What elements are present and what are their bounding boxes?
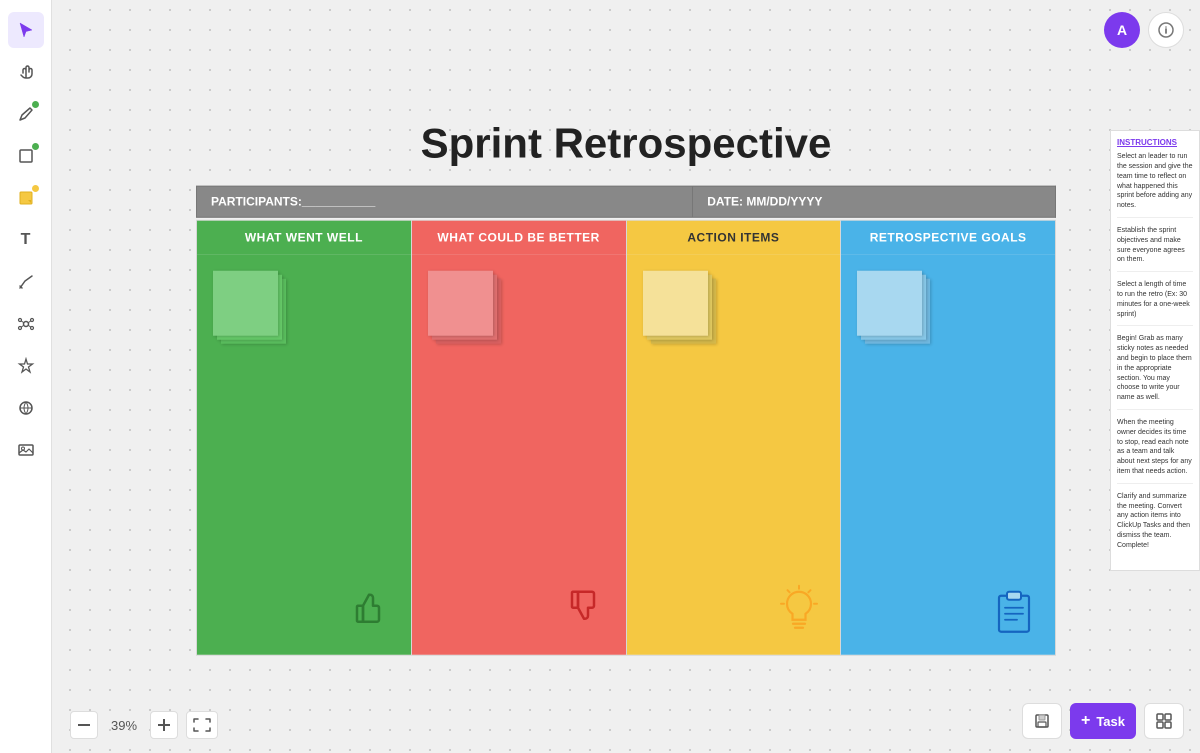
tool-text[interactable]: T <box>8 222 44 258</box>
tool-image[interactable] <box>8 432 44 468</box>
add-task-button[interactable]: + Task <box>1070 703 1136 739</box>
tool-brush[interactable] <box>8 264 44 300</box>
avatar[interactable]: A <box>1104 12 1140 48</box>
col-header-action-items: ACTION ITEMS <box>627 220 841 254</box>
canvas-area[interactable]: Sprint Retrospective PARTICIPANTS:______… <box>52 0 1200 753</box>
col-body-could-be-better[interactable] <box>412 254 626 654</box>
instructions-panel: INSTRUCTIONS Select an leader to run the… <box>1110 130 1200 571</box>
column-went-well: WHAT WENT WELL <box>196 219 412 655</box>
tool-sticky[interactable] <box>8 180 44 216</box>
instructions-title: INSTRUCTIONS <box>1117 137 1193 148</box>
date-field[interactable]: DATE: MM/DD/YYYY <box>693 185 1056 217</box>
zoom-toolbar: 39% <box>70 711 218 739</box>
instruction-6: Clarify and summarize the meeting. Conve… <box>1117 492 1193 557</box>
column-could-be-better: WHAT COULD BE BETTER <box>412 219 627 655</box>
board-title: Sprint Retrospective <box>196 119 1056 167</box>
col-header-retro-goals: RETROSPECTIVE GOALS <box>841 220 1055 254</box>
top-right-controls: A <box>1104 12 1184 48</box>
tool-hand[interactable] <box>8 54 44 90</box>
fit-view-button[interactable] <box>186 711 218 739</box>
instruction-5: When the meeting owner decides its time … <box>1117 418 1193 484</box>
instruction-4: Begin! Grab as many sticky notes as need… <box>1117 334 1193 410</box>
zoom-out-button[interactable] <box>70 711 98 739</box>
col-header-went-well: WHAT WENT WELL <box>197 220 411 254</box>
meta-row: PARTICIPANTS:___________ DATE: MM/DD/YYY… <box>196 185 1056 217</box>
thumbs-down-icon <box>558 581 608 636</box>
save-button[interactable] <box>1022 703 1062 739</box>
task-plus-icon: + <box>1081 712 1090 730</box>
board: Sprint Retrospective PARTICIPANTS:______… <box>196 119 1056 655</box>
lightbulb-icon <box>772 581 826 640</box>
bottom-right-actions: + Task <box>1022 703 1184 739</box>
tool-magic[interactable] <box>8 348 44 384</box>
col-body-retro-goals[interactable] <box>841 254 1055 654</box>
col-body-went-well[interactable] <box>197 254 411 654</box>
column-action-items: ACTION ITEMS <box>627 219 842 655</box>
zoom-level: 39% <box>106 718 142 733</box>
grid-view-button[interactable] <box>1144 703 1184 739</box>
columns: WHAT WENT WELL <box>196 219 1056 655</box>
zoom-in-button[interactable] <box>150 711 178 739</box>
tool-globe[interactable] <box>8 390 44 426</box>
tool-pen[interactable] <box>8 96 44 132</box>
column-retro-goals: RETROSPECTIVE GOALS <box>841 219 1056 655</box>
info-button[interactable] <box>1148 12 1184 48</box>
tool-cursor[interactable] <box>8 12 44 48</box>
task-label: Task <box>1096 714 1125 729</box>
col-body-action-items[interactable] <box>627 254 841 654</box>
tool-mindmap[interactable] <box>8 306 44 342</box>
clipboard-icon <box>987 581 1041 640</box>
left-toolbar: T <box>0 0 52 753</box>
thumbs-up-icon <box>343 581 393 636</box>
col-header-could-be-better: WHAT COULD BE BETTER <box>412 220 626 254</box>
instruction-2: Establish the sprint objectives and make… <box>1117 226 1193 272</box>
tool-shapes[interactable] <box>8 138 44 174</box>
instruction-3: Select a length of time to run the retro… <box>1117 280 1193 326</box>
instruction-1: Select an leader to run the session and … <box>1117 152 1193 218</box>
participants-field[interactable]: PARTICIPANTS:___________ <box>196 185 693 217</box>
